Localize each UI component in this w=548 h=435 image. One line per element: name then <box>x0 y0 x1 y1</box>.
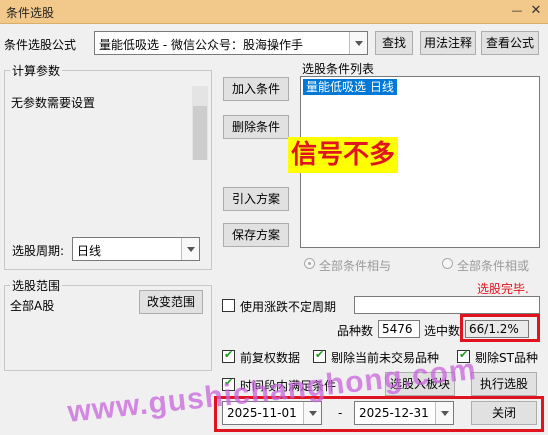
formula-value: 量能低吸选 - 微信公众号：股海操作手 <box>99 38 303 52</box>
params-scrollbar-thumb[interactable] <box>193 106 207 160</box>
variable-period-input[interactable] <box>354 296 540 314</box>
remove-condition-button[interactable]: 删除条件 <box>223 115 289 139</box>
title-bar: 条件选股 — ✕ <box>0 0 548 24</box>
view-formula-button[interactable]: 查看公式 <box>481 31 539 55</box>
exclude-st-checkbox[interactable] <box>457 348 470 363</box>
exclude-untraded-label: 剔除当前未交易品种 <box>331 351 440 365</box>
find-button[interactable]: 查找 <box>375 31 413 55</box>
date-highlight-box <box>214 396 544 432</box>
conditions-list-label: 选股条件列表 <box>302 62 375 76</box>
execute-select-button[interactable]: 执行选股 <box>471 372 537 396</box>
pre-adjust-label: 前复权数据 <box>240 351 301 365</box>
formula-select[interactable]: 量能低吸选 - 微信公众号：股海操作手 <box>94 31 368 55</box>
scope-value: 全部A股 <box>10 299 55 313</box>
import-scheme-button[interactable]: 引入方案 <box>223 187 289 211</box>
or-radio-label: 全部条件相或 <box>457 259 530 273</box>
selected-highlight-box <box>460 314 540 342</box>
select-to-board-button[interactable]: 选股入板块 <box>385 372 455 396</box>
exclude-st-label: 剔除ST品种 <box>475 351 538 365</box>
time-range-label: 时间段内满足条件 <box>240 379 337 393</box>
close-window-icon[interactable]: ✕ <box>528 3 544 19</box>
count-label: 品种数 <box>337 324 374 338</box>
chevron-down-icon[interactable] <box>349 32 367 54</box>
signal-annotation: 信号不多 <box>288 137 398 173</box>
params-group-label: 计算参数 <box>10 62 63 79</box>
usage-notes-button[interactable]: 用法注释 <box>420 31 476 55</box>
scope-group-label: 选股范围 <box>10 277 63 294</box>
time-range-checkbox[interactable] <box>222 376 235 391</box>
no-params-text: 无参数需要设置 <box>11 96 96 110</box>
variable-period-label: 使用涨跌不定周期 <box>240 300 337 314</box>
chevron-down-icon[interactable] <box>181 238 199 260</box>
count-value: 5476 <box>378 320 420 338</box>
selected-label: 选中数 <box>424 324 461 338</box>
or-radio[interactable] <box>442 258 453 269</box>
period-select[interactable]: 日线 <box>72 237 200 261</box>
done-status: 选股完毕. <box>477 282 529 296</box>
add-condition-button[interactable]: 加入条件 <box>223 77 289 101</box>
condition-item[interactable]: 量能低吸选 日线 <box>303 79 397 95</box>
minimize-icon[interactable]: — <box>509 3 525 19</box>
and-radio[interactable] <box>304 258 315 269</box>
pre-adjust-checkbox[interactable] <box>222 348 235 363</box>
exclude-untraded-checkbox[interactable] <box>313 348 326 363</box>
change-scope-button[interactable]: 改变范围 <box>139 290 203 314</box>
and-radio-label: 全部条件相与 <box>319 259 392 273</box>
save-scheme-button[interactable]: 保存方案 <box>223 223 289 247</box>
variable-period-checkbox[interactable] <box>222 299 235 312</box>
formula-label: 条件选股公式 <box>4 38 77 52</box>
period-label: 选股周期: <box>12 244 65 258</box>
window-title: 条件选股 <box>6 6 55 20</box>
period-value: 日线 <box>77 244 102 258</box>
